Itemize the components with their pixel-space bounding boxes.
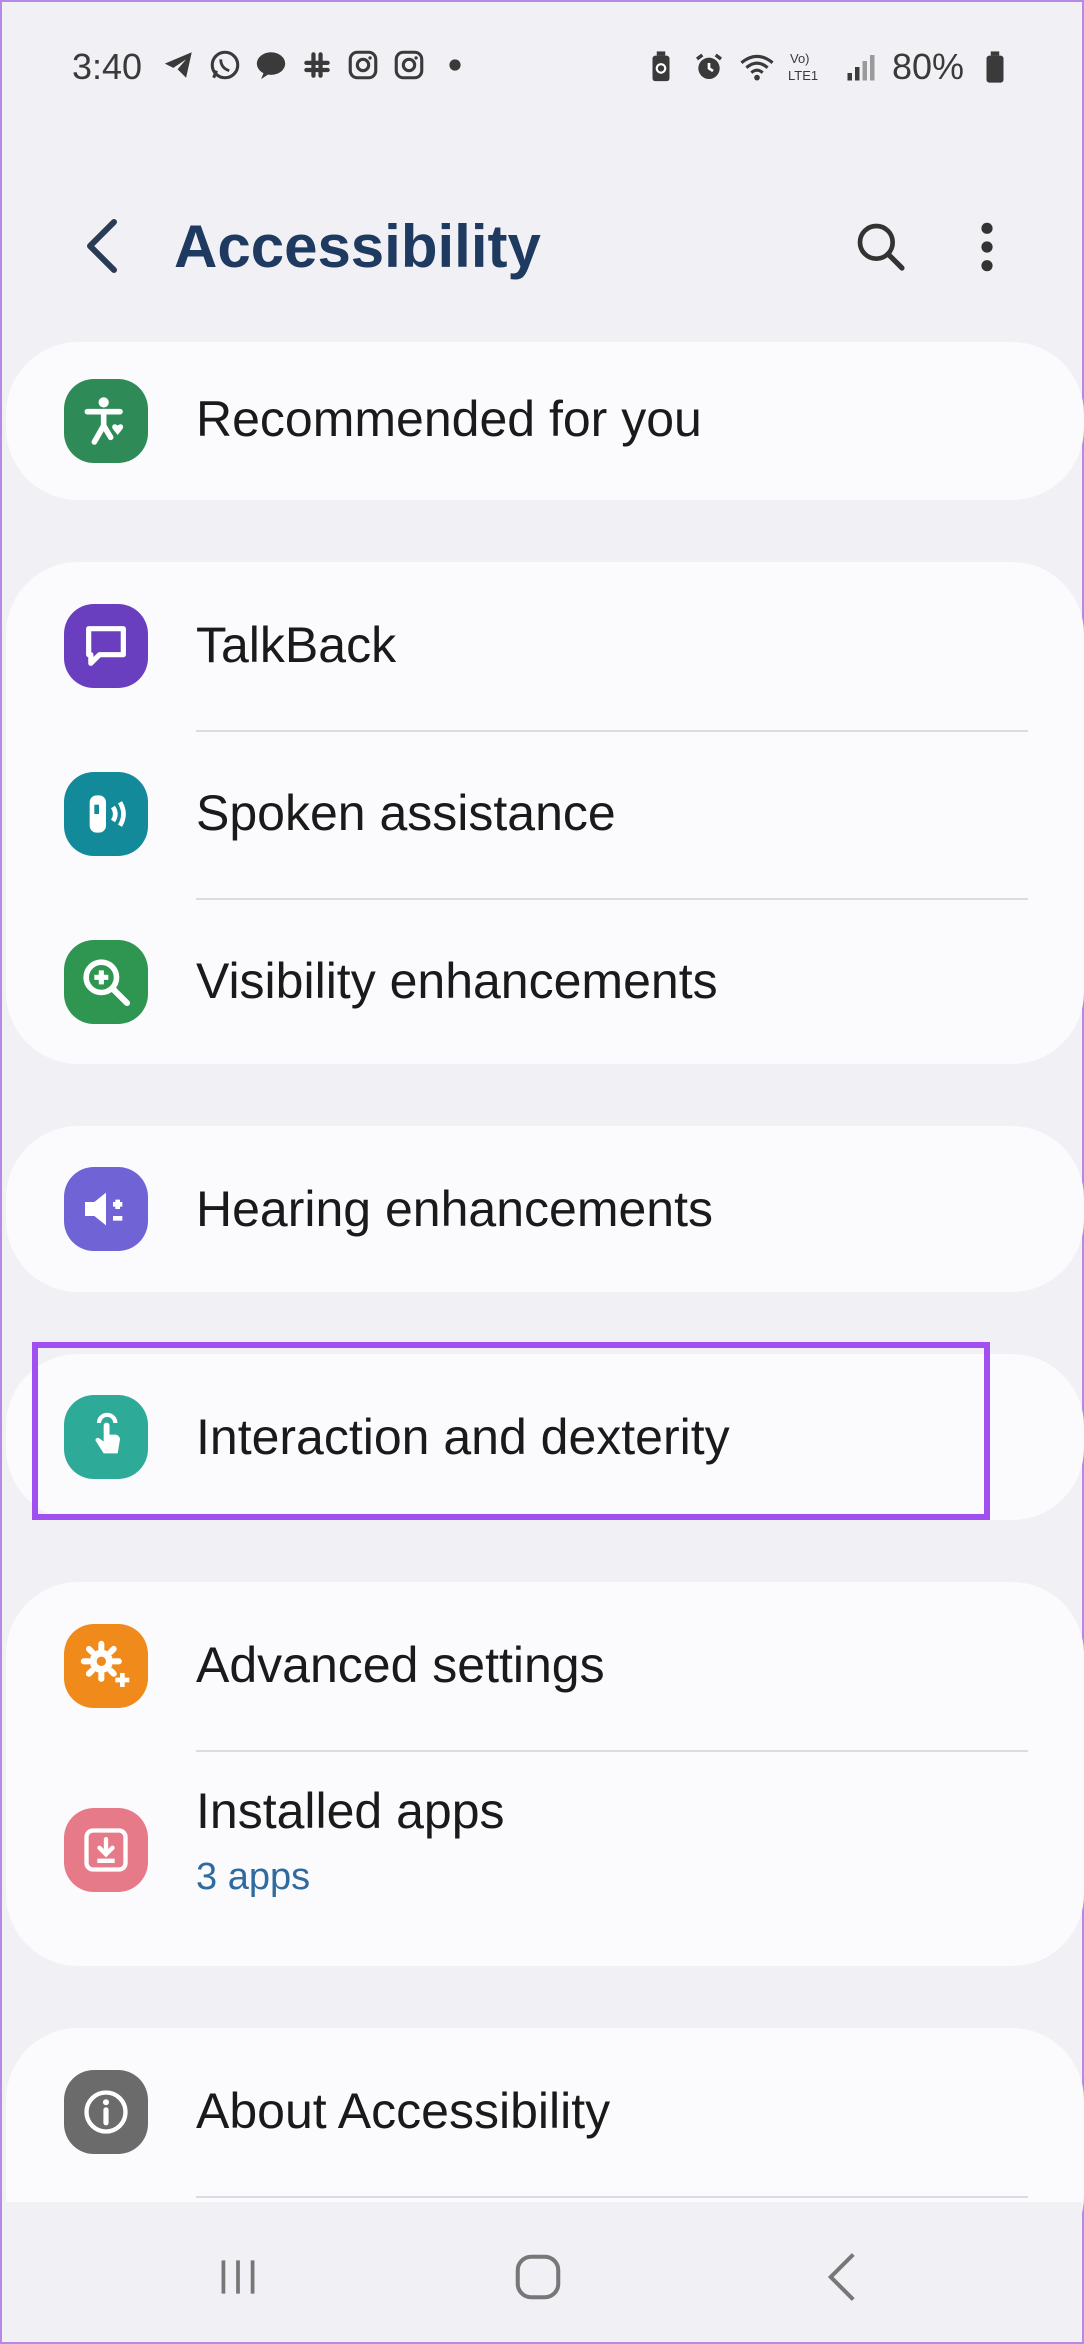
chevron-left-icon bbox=[87, 219, 117, 273]
advanced-settings-label: Advanced settings bbox=[196, 1637, 605, 1693]
notification-icons bbox=[160, 46, 474, 84]
chat-icon bbox=[252, 46, 290, 84]
signal-icon bbox=[844, 48, 878, 86]
menu-item-advanced-settings[interactable]: Advanced settings bbox=[6, 1582, 1084, 1750]
whatsapp-icon bbox=[206, 46, 244, 84]
back-button[interactable] bbox=[72, 216, 132, 276]
home-icon bbox=[515, 2254, 561, 2300]
menu-item-installed-apps[interactable]: Installed apps 3 apps bbox=[6, 1750, 1084, 1966]
dot-icon bbox=[436, 46, 474, 84]
recents-icon bbox=[221, 2260, 255, 2294]
menu-item-about-accessibility[interactable]: About Accessibility bbox=[6, 2028, 1084, 2198]
navigation-bar bbox=[2, 2202, 1082, 2342]
divider bbox=[196, 2196, 1028, 2198]
instagram-icon bbox=[344, 46, 382, 84]
info-icon bbox=[64, 2070, 148, 2154]
slack-icon bbox=[298, 46, 336, 84]
recommended-label: Recommended for you bbox=[196, 391, 702, 447]
battery-icon bbox=[978, 48, 1012, 86]
hearing-enhancements-label: Hearing enhancements bbox=[196, 1181, 713, 1237]
visibility-enhancements-label: Visibility enhancements bbox=[196, 953, 718, 1009]
menu-item-visibility-enhancements[interactable]: Visibility enhancements bbox=[6, 898, 1084, 1066]
download-icon bbox=[64, 1808, 148, 1892]
more-options-button[interactable] bbox=[957, 214, 1017, 280]
battery-percent: 80% bbox=[891, 46, 964, 87]
highlight-box bbox=[32, 1342, 990, 1520]
hearing-icon bbox=[64, 1167, 148, 1251]
more-vertical-icon bbox=[981, 222, 993, 272]
instagram-icon bbox=[390, 46, 428, 84]
recents-button[interactable] bbox=[198, 2242, 278, 2312]
app-bar: Accessibility bbox=[2, 192, 1082, 302]
page-title: Accessibility bbox=[174, 213, 541, 280]
card-advanced: Advanced settings Installed apps 3 apps bbox=[6, 1582, 1084, 1966]
menu-item-spoken-assistance[interactable]: Spoken assistance bbox=[6, 730, 1084, 898]
card-hearing: Hearing enhancements bbox=[6, 1126, 1084, 1292]
menu-item-hearing-enhancements[interactable]: Hearing enhancements bbox=[6, 1126, 1084, 1292]
back-icon bbox=[827, 2253, 855, 2301]
menu-item-talkback[interactable]: TalkBack bbox=[6, 562, 1084, 730]
wifi-icon bbox=[740, 48, 774, 86]
back-nav-button[interactable] bbox=[802, 2242, 882, 2312]
volte-icon: Vo) LTE1 bbox=[788, 48, 830, 86]
card-recommended: Recommended for you bbox=[6, 342, 1084, 500]
accessibility-heart-icon bbox=[64, 379, 148, 463]
status-bar: 3:40 Vo) LTE1 80% bbox=[2, 2, 1082, 132]
telegram-icon bbox=[160, 46, 198, 84]
alarm-icon bbox=[692, 48, 726, 86]
about-accessibility-label: About Accessibility bbox=[196, 2083, 611, 2139]
spoken-assistance-icon bbox=[64, 772, 148, 856]
gear-plus-icon bbox=[64, 1624, 148, 1708]
talkback-icon bbox=[64, 604, 148, 688]
system-icons: Vo) LTE1 80% bbox=[644, 46, 1012, 88]
status-time: 3:40 bbox=[72, 46, 143, 87]
talkback-label: TalkBack bbox=[196, 617, 397, 673]
search-icon bbox=[857, 223, 905, 271]
card-vision: TalkBack Spoken assistance Visibility en… bbox=[6, 562, 1084, 1064]
svg-text:LTE1: LTE1 bbox=[788, 68, 818, 83]
spoken-assistance-label: Spoken assistance bbox=[196, 785, 616, 841]
battery-saver-icon bbox=[644, 48, 678, 86]
menu-item-recommended[interactable]: Recommended for you bbox=[6, 342, 1084, 500]
installed-apps-label: Installed apps bbox=[196, 1783, 505, 1839]
search-button[interactable] bbox=[848, 214, 914, 280]
svg-text:Vo): Vo) bbox=[790, 51, 810, 66]
magnifier-icon bbox=[64, 940, 148, 1024]
home-button[interactable] bbox=[498, 2242, 578, 2312]
installed-apps-count: 3 apps bbox=[196, 1856, 311, 1898]
